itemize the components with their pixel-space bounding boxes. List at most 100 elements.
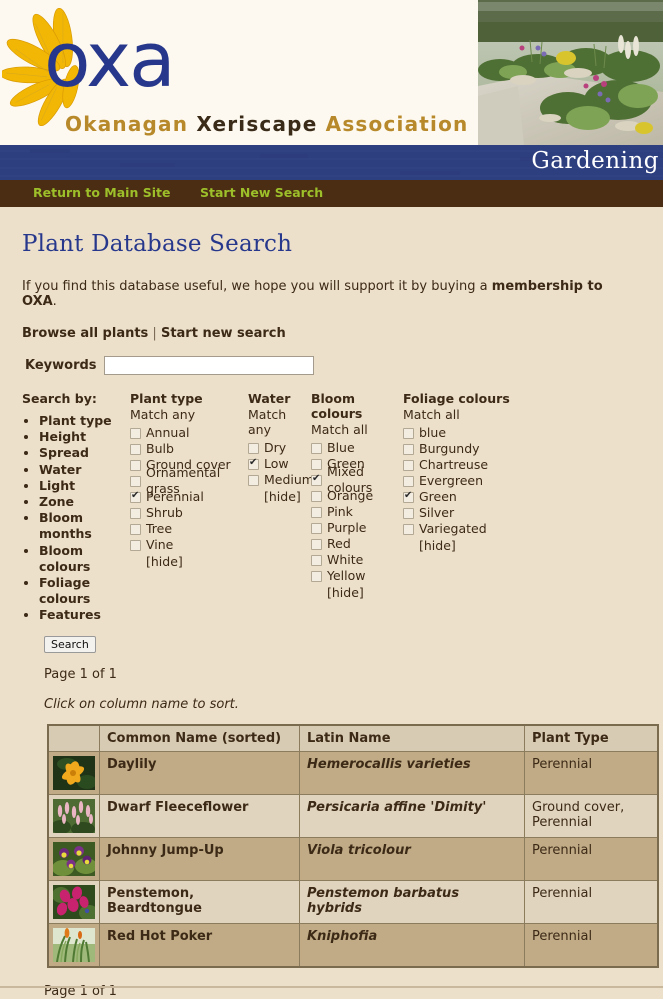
option-medium[interactable]: Medium <box>248 472 314 488</box>
option-annual[interactable]: Annual <box>130 425 248 441</box>
cell-plant-type: Ground cover, Perennial <box>524 793 659 838</box>
checkbox-shrub[interactable] <box>130 507 141 519</box>
results-table: Common Name (sorted) Latin Name Plant Ty… <box>47 723 659 968</box>
column-header-latin-name[interactable]: Latin Name <box>299 724 525 752</box>
option-label: White <box>327 552 364 567</box>
search-by-item-features[interactable]: Features <box>39 607 130 623</box>
checkbox-low[interactable] <box>248 457 259 470</box>
checkbox-bloom-white[interactable] <box>311 554 322 566</box>
table-row[interactable]: Dwarf Fleeceflower Persicaria affine 'Di… <box>47 793 659 838</box>
search-filters-area: Search by: Plant type Height Spread Wate… <box>22 391 641 624</box>
checkbox-bloom-purple[interactable] <box>311 522 322 534</box>
checkbox-bloom-blue[interactable] <box>311 442 322 454</box>
option-bulb[interactable]: Bulb <box>130 441 248 457</box>
option-bloom-yellow[interactable]: Yellow <box>311 568 403 584</box>
filter-options-bloom-colours: Blue Green Mixed colours Orange Pink Pur… <box>311 440 403 600</box>
option-low[interactable]: Low <box>248 456 311 472</box>
option-dry[interactable]: Dry <box>248 440 311 456</box>
keywords-row: Keywords <box>25 356 641 375</box>
hide-link-bloom-colours[interactable]: [hide] <box>327 585 403 600</box>
search-by-item-spread[interactable]: Spread <box>39 445 130 461</box>
checkbox-bloom-orange[interactable] <box>311 490 322 502</box>
table-row[interactable]: Penstemon, Beardtongue Penstemon barbatu… <box>47 879 659 924</box>
checkbox-bloom-pink[interactable] <box>311 506 322 518</box>
search-by-item-bloom-colours[interactable]: Bloom colours <box>39 543 130 575</box>
checkbox-foliage-silver[interactable] <box>403 507 414 519</box>
checkbox-annual[interactable] <box>130 427 141 439</box>
hide-link-foliage-colours[interactable]: [hide] <box>419 538 513 553</box>
option-vine[interactable]: Vine <box>130 537 248 553</box>
nav-return-to-main-site[interactable]: Return to Main Site <box>33 185 170 200</box>
search-by-item-water[interactable]: Water <box>39 462 130 478</box>
cell-common-name[interactable]: Daylily <box>99 750 300 795</box>
checkbox-bloom-mixed-colours[interactable] <box>311 473 322 486</box>
option-foliage-green[interactable]: Green <box>403 489 513 505</box>
table-row[interactable]: Johnny Jump-Up Viola tricolour Perennial <box>47 836 659 881</box>
nav-start-new-search[interactable]: Start New Search <box>200 185 323 200</box>
option-ornamental-grass[interactable]: Ornamental grass <box>130 465 248 496</box>
checkbox-medium[interactable] <box>248 474 259 486</box>
checkbox-foliage-blue[interactable] <box>403 427 414 439</box>
checkbox-ground-cover[interactable] <box>130 459 141 471</box>
cell-common-name[interactable]: Penstemon, Beardtongue <box>99 879 300 924</box>
checkbox-tree[interactable] <box>130 523 141 535</box>
search-by-item-light[interactable]: Light <box>39 478 130 494</box>
cell-common-name[interactable]: Johnny Jump-Up <box>99 836 300 881</box>
column-header-thumbnail <box>47 724 100 752</box>
hide-link-water[interactable]: [hide] <box>264 489 311 504</box>
search-by-item-height[interactable]: Height <box>39 429 130 445</box>
checkbox-bulb[interactable] <box>130 443 141 455</box>
option-label: Purple <box>327 520 367 535</box>
checkbox-bloom-yellow[interactable] <box>311 570 322 582</box>
option-tree[interactable]: Tree <box>130 521 248 537</box>
option-foliage-blue[interactable]: blue <box>403 425 513 441</box>
option-foliage-burgundy[interactable]: Burgundy <box>403 441 513 457</box>
checkbox-ornamental-grass[interactable] <box>130 475 141 487</box>
option-foliage-chartreuse[interactable]: Chartreuse <box>403 457 513 473</box>
browse-all-plants-link[interactable]: Browse all plants <box>22 326 148 341</box>
keywords-label: Keywords <box>25 358 97 373</box>
checkbox-perennial[interactable] <box>130 490 141 503</box>
checkbox-foliage-green[interactable] <box>403 490 414 503</box>
option-bloom-red[interactable]: Red <box>311 536 403 552</box>
filter-heading-plant-type: Plant type <box>130 391 203 406</box>
cell-common-name[interactable]: Dwarf Fleeceflower <box>99 793 300 838</box>
checkbox-dry[interactable] <box>248 442 259 454</box>
checkbox-foliage-variegated[interactable] <box>403 523 414 535</box>
option-bloom-blue[interactable]: Blue <box>311 440 403 456</box>
option-bloom-purple[interactable]: Purple <box>311 520 403 536</box>
checkbox-bloom-red[interactable] <box>311 538 322 550</box>
option-foliage-variegated[interactable]: Variegated <box>403 521 513 537</box>
checkbox-foliage-evergreen[interactable] <box>403 475 414 487</box>
option-label: Perennial <box>146 489 204 504</box>
search-by-item-plant-type[interactable]: Plant type <box>39 413 130 429</box>
checkbox-vine[interactable] <box>130 539 141 551</box>
search-by-item-foliage-colours[interactable]: Foliage colours <box>39 575 130 607</box>
search-by-item-bloom-months[interactable]: Bloom months <box>39 510 130 542</box>
filter-heading-water: Water <box>248 391 291 406</box>
table-row[interactable]: Daylily Hemerocallis varieties Perennial <box>47 750 659 795</box>
table-row[interactable]: Red Hot Poker Kniphofia Perennial <box>47 922 659 968</box>
option-label: Medium <box>264 472 314 487</box>
start-new-search-link[interactable]: Start new search <box>161 326 286 341</box>
search-by-list: Plant type Height Spread Water Light Zon… <box>22 413 130 624</box>
option-shrub[interactable]: Shrub <box>130 505 248 521</box>
option-bloom-mixed-colours[interactable]: Mixed colours <box>311 464 403 495</box>
checkbox-foliage-chartreuse[interactable] <box>403 459 414 471</box>
cell-common-name[interactable]: Red Hot Poker <box>99 922 300 968</box>
option-foliage-silver[interactable]: Silver <box>403 505 513 521</box>
option-foliage-evergreen[interactable]: Evergreen <box>403 473 513 489</box>
checkbox-foliage-burgundy[interactable] <box>403 443 414 455</box>
main-content: Plant Database Search If you find this d… <box>0 231 663 999</box>
option-bloom-pink[interactable]: Pink <box>311 504 403 520</box>
search-by-item-zone[interactable]: Zone <box>39 494 130 510</box>
hide-link-plant-type[interactable]: [hide] <box>146 554 248 569</box>
column-header-common-name[interactable]: Common Name (sorted) <box>99 724 300 752</box>
search-button[interactable]: Search <box>44 635 96 653</box>
checkbox-bloom-green[interactable] <box>311 458 322 470</box>
column-header-plant-type[interactable]: Plant Type <box>524 724 659 752</box>
xeriscape-garden-photo <box>478 0 663 145</box>
option-bloom-white[interactable]: White <box>311 552 403 568</box>
keywords-input[interactable] <box>103 356 314 375</box>
cell-latin-name: Kniphofia <box>299 922 525 968</box>
